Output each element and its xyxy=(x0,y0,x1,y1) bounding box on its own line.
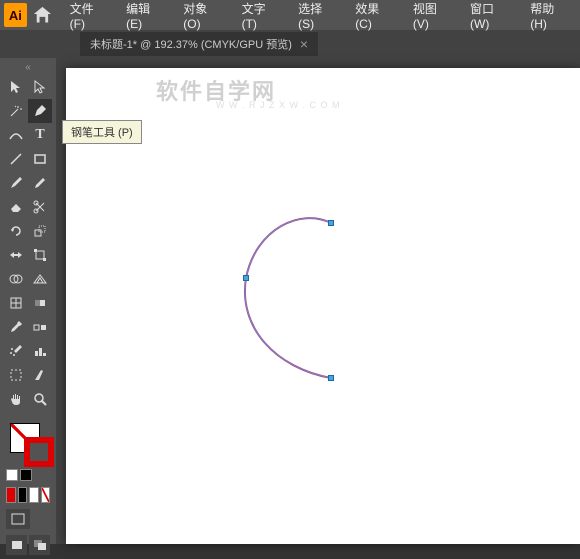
type-glyph: T xyxy=(35,127,44,143)
menu-edit[interactable]: 编辑(E) xyxy=(118,0,171,35)
bezier-path-selection xyxy=(245,218,331,378)
symbol-sprayer-tool[interactable] xyxy=(4,339,28,363)
bezier-path[interactable] xyxy=(245,218,331,378)
tool-grid: T xyxy=(4,75,52,411)
shape-builder-tool[interactable] xyxy=(4,267,28,291)
width-tool[interactable] xyxy=(4,243,28,267)
menu-file[interactable]: 文件(F) xyxy=(62,0,114,35)
draw-behind[interactable] xyxy=(29,535,50,555)
draw-normal[interactable] xyxy=(6,535,27,555)
anchor-point[interactable] xyxy=(243,275,249,281)
artboard-tool[interactable] xyxy=(4,363,28,387)
line-tool[interactable] xyxy=(4,147,28,171)
app-logo: Ai xyxy=(4,3,27,27)
paintbrush-tool[interactable] xyxy=(4,171,28,195)
document-tab[interactable]: 未标题-1* @ 192.37% (CMYK/GPU 预览) × xyxy=(80,32,318,56)
menu-help[interactable]: 帮助(H) xyxy=(522,0,576,35)
pen-tooltip: 钢笔工具 (P) xyxy=(62,120,142,144)
menu-window[interactable]: 窗口(W) xyxy=(462,0,518,35)
magic-wand-tool[interactable] xyxy=(4,99,28,123)
menu-select[interactable]: 选择(S) xyxy=(290,0,343,35)
column-graph-tool[interactable] xyxy=(28,339,52,363)
color-section xyxy=(4,419,52,559)
selection-tool[interactable] xyxy=(4,75,28,99)
free-transform-tool[interactable] xyxy=(28,243,52,267)
draw-modes xyxy=(6,535,50,555)
scissors-tool[interactable] xyxy=(28,195,52,219)
screen-modes xyxy=(6,509,50,529)
tab-title: 未标题-1* @ 192.37% (CMYK/GPU 预览) xyxy=(90,36,292,52)
menu-view[interactable]: 视图(V) xyxy=(405,0,458,35)
menu-type[interactable]: 文字(T) xyxy=(234,0,286,35)
swap-colors-icon[interactable] xyxy=(20,469,32,481)
menu-effect[interactable]: 效果(C) xyxy=(347,0,401,35)
anchor-point[interactable] xyxy=(328,220,334,226)
stroke-swatch[interactable] xyxy=(24,437,54,467)
slice-tool[interactable] xyxy=(28,363,52,387)
blend-tool[interactable] xyxy=(28,315,52,339)
zoom-tool[interactable] xyxy=(28,387,52,411)
color-chip-black[interactable] xyxy=(18,487,28,503)
direct-selection-tool[interactable] xyxy=(28,75,52,99)
scale-tool[interactable] xyxy=(28,219,52,243)
gradient-tool[interactable] xyxy=(28,291,52,315)
home-icon[interactable] xyxy=(31,3,54,27)
color-chip-red[interactable] xyxy=(6,487,16,503)
rectangle-tool[interactable] xyxy=(28,147,52,171)
menu-bar: 文件(F) 编辑(E) 对象(O) 文字(T) 选择(S) 效果(C) 视图(V… xyxy=(62,0,576,35)
rotate-tool[interactable] xyxy=(4,219,28,243)
perspective-grid-tool[interactable] xyxy=(28,267,52,291)
hand-tool[interactable] xyxy=(4,387,28,411)
menu-object[interactable]: 对象(O) xyxy=(175,0,229,35)
anchor-point[interactable] xyxy=(328,375,334,381)
mesh-tool[interactable] xyxy=(4,291,28,315)
title-bar: Ai 文件(F) 编辑(E) 对象(O) 文字(T) 选择(S) 效果(C) 视… xyxy=(0,0,580,30)
toolbox-expand[interactable]: « xyxy=(4,62,52,73)
close-icon[interactable]: × xyxy=(300,36,308,52)
eyedropper-tool[interactable] xyxy=(4,315,28,339)
artboard[interactable]: 软件自学网 W W . R J Z X W . C O M xyxy=(66,68,580,544)
color-chip-none[interactable] xyxy=(41,487,51,503)
normal-screen-mode[interactable] xyxy=(6,509,30,529)
fill-stroke-swatches[interactable] xyxy=(6,423,50,467)
vector-canvas[interactable] xyxy=(66,68,580,544)
pencil-tool[interactable] xyxy=(28,171,52,195)
pen-tool[interactable] xyxy=(28,99,52,123)
type-tool[interactable]: T xyxy=(28,123,52,147)
color-row xyxy=(6,487,50,503)
default-colors-icon[interactable] xyxy=(6,469,18,481)
curvature-tool[interactable] xyxy=(4,123,28,147)
toolbox: « T xyxy=(0,58,56,544)
eraser-tool[interactable] xyxy=(4,195,28,219)
color-chip-white[interactable] xyxy=(29,487,39,503)
